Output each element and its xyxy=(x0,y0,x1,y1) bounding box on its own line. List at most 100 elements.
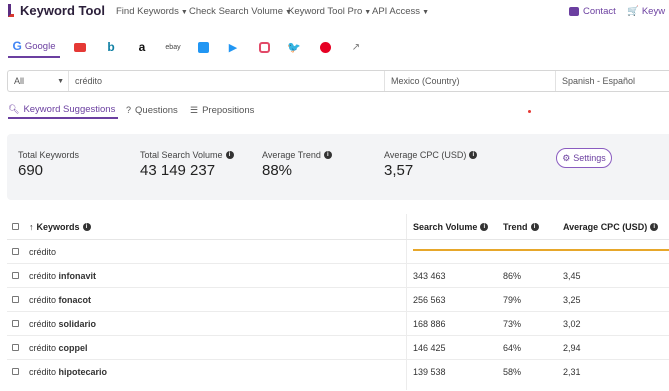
header-keywords[interactable]: ↑ Keywords i xyxy=(29,222,91,232)
search-volume-cell: 168 886 xyxy=(413,319,446,329)
sort-up-icon: ↑ xyxy=(29,222,34,232)
select-all-checkbox[interactable] xyxy=(12,223,19,230)
row-checkbox[interactable] xyxy=(12,296,19,303)
table-row: crédito coppel 146 425 64% 2,94 xyxy=(7,335,669,359)
table-row: crédito fonacot 256 563 79% 3,25 xyxy=(7,287,669,311)
question-icon: ? xyxy=(126,105,132,115)
loading-bar xyxy=(413,249,669,251)
notification-dot xyxy=(528,110,531,113)
trend-cell: 73% xyxy=(503,319,522,329)
cpc-cell: 3,02 xyxy=(563,319,581,329)
search-input[interactable]: crédito xyxy=(68,71,384,91)
search-bar: All ▼ crédito Mexico (Country) Spanish -… xyxy=(7,70,669,92)
stat-value: 3,57 xyxy=(384,162,414,179)
nav-check-search-volume[interactable]: Check Search Volume ▼ xyxy=(189,6,292,17)
stat-label: Average Trend xyxy=(262,150,321,160)
list-icon: ☰ xyxy=(190,104,199,115)
cpc-cell: 2,31 xyxy=(563,367,581,377)
header-search-volume[interactable]: Search Volume i xyxy=(413,222,489,232)
location-select[interactable]: Mexico (Country) xyxy=(384,71,555,91)
keyword-cell[interactable]: crédito solidario xyxy=(29,319,96,329)
language-select[interactable]: Spanish - Español xyxy=(555,71,669,91)
search-volume-cell: 256 563 xyxy=(413,295,446,305)
stat-label: Total Keywords xyxy=(18,150,80,160)
search-volume-cell: 139 538 xyxy=(413,367,446,377)
google-icon: G xyxy=(12,39,22,53)
header-average-cpc[interactable]: Average CPC (USD) i xyxy=(563,222,659,232)
nav-find-keywords[interactable]: Find Keywords ▼ xyxy=(116,6,188,17)
tab-questions[interactable]: ? Questions xyxy=(126,101,178,119)
contact-link[interactable]: Contact xyxy=(569,6,616,17)
bing-icon: b xyxy=(107,40,115,54)
row-checkbox[interactable] xyxy=(12,248,19,255)
info-icon[interactable]: i xyxy=(82,223,91,231)
tab-appstore[interactable] xyxy=(196,36,210,58)
row-checkbox[interactable] xyxy=(12,368,19,375)
playstore-icon: ▶ xyxy=(228,41,238,54)
info-icon[interactable]: i xyxy=(469,151,478,159)
app-logo[interactable]: Keyword Tool xyxy=(8,3,105,18)
header-trend[interactable]: Trend i xyxy=(503,222,539,232)
tab-youtube[interactable] xyxy=(72,36,88,58)
cart-icon: 🛒 xyxy=(627,6,639,17)
app-title: Keyword Tool xyxy=(20,3,105,18)
tab-bing[interactable]: b xyxy=(104,36,118,58)
trend-cell: 79% xyxy=(503,295,522,305)
cpc-cell: 2,94 xyxy=(563,343,581,353)
search-volume-cell: 146 425 xyxy=(413,343,446,353)
keyword-cell[interactable]: crédito fonacot xyxy=(29,295,91,305)
tab-keyword-suggestions[interactable]: 🔍︎ Keyword Suggestions xyxy=(8,101,118,119)
instagram-icon xyxy=(258,41,270,53)
search-mode-select[interactable]: All ▼ xyxy=(8,71,68,91)
stat-label: Average CPC (USD) xyxy=(384,150,467,160)
tab-twitter[interactable]: 🐦 xyxy=(287,36,301,58)
table-header: ↑ Keywords i Search Volume i Trend i Ave… xyxy=(7,214,669,239)
tab-playstore[interactable]: ▶ xyxy=(226,36,240,58)
chevron-down-icon: ▼ xyxy=(57,77,64,85)
table-row: crédito solidario 168 886 73% 3,02 xyxy=(7,311,669,335)
tab-ebay[interactable]: ebay xyxy=(164,36,182,58)
stat-value: 690 xyxy=(18,162,44,179)
table-row-seed: crédito xyxy=(7,239,669,263)
tab-prepositions[interactable]: ☰ Prepositions xyxy=(190,101,254,119)
table-row: crédito infonavit 343 463 86% 3,45 xyxy=(7,263,669,287)
search-icon: 🔍︎ xyxy=(8,103,20,114)
envelope-icon xyxy=(569,7,579,16)
nav-keyword-tool-pro[interactable]: Keyword Tool Pro ▼ xyxy=(288,6,371,17)
logo-icon xyxy=(8,4,14,17)
tab-pinterest[interactable] xyxy=(318,36,332,58)
row-checkbox[interactable] xyxy=(12,344,19,351)
chevron-down-icon: ▼ xyxy=(364,9,372,16)
settings-button[interactable]: ⚙ Settings xyxy=(556,148,612,168)
youtube-icon xyxy=(74,42,86,52)
keyword-cart-link[interactable]: 🛒 Keyw xyxy=(627,6,665,17)
tab-trends[interactable]: ↗ xyxy=(349,36,363,58)
trend-cell: 64% xyxy=(503,343,522,353)
stat-label: Total Search Volume xyxy=(140,150,223,160)
cpc-cell: 3,45 xyxy=(563,271,581,281)
keyword-cell[interactable]: crédito infonavit xyxy=(29,271,96,281)
twitter-icon: 🐦 xyxy=(287,41,301,54)
info-icon[interactable]: i xyxy=(530,223,539,231)
stat-value: 43 149 237 xyxy=(140,162,216,179)
info-icon[interactable]: i xyxy=(225,151,234,159)
info-icon[interactable]: i xyxy=(480,223,489,231)
row-checkbox[interactable] xyxy=(12,320,19,327)
stat-value: 88% xyxy=(262,162,293,179)
keyword-cell[interactable]: crédito xyxy=(29,247,56,257)
tab-google[interactable]: G Google xyxy=(8,36,60,58)
gear-icon: ⚙ xyxy=(562,152,571,163)
keyword-cell[interactable]: crédito coppel xyxy=(29,343,88,353)
row-checkbox[interactable] xyxy=(12,272,19,279)
nav-api-access[interactable]: API Access ▼ xyxy=(372,6,429,17)
table-row: crédito hipotecario 139 538 58% 2,31 xyxy=(7,359,669,383)
trends-icon: ↗ xyxy=(351,41,361,53)
tab-instagram[interactable] xyxy=(257,36,271,58)
tab-amazon[interactable]: a xyxy=(135,36,149,58)
info-icon[interactable]: i xyxy=(323,151,332,159)
info-icon[interactable]: i xyxy=(650,223,659,231)
chevron-down-icon: ▼ xyxy=(422,9,429,16)
stats-panel: Total Keywords 690 Total Search Volume i … xyxy=(7,134,669,200)
keyword-cell[interactable]: crédito hipotecario xyxy=(29,367,107,377)
pinterest-icon xyxy=(319,41,331,53)
